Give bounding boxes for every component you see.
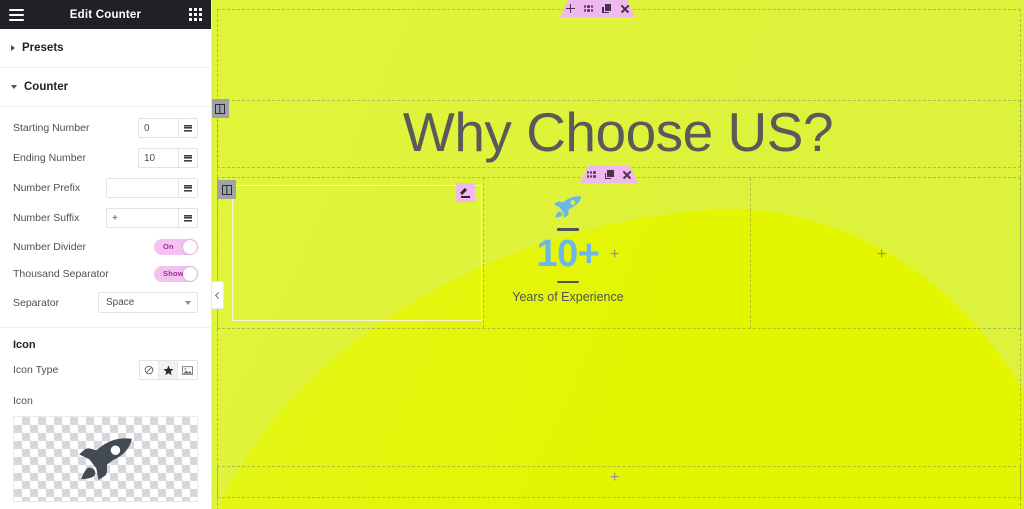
column-handle[interactable]: [217, 180, 236, 199]
number-prefix-input[interactable]: [106, 178, 178, 198]
counter-controls: Starting Number Ending Number Number Pre…: [0, 107, 211, 509]
add-widget-marker-3[interactable]: +: [610, 470, 619, 486]
number-divider-label: Number Divider: [13, 240, 86, 253]
number-suffix-field: [106, 208, 198, 228]
icon-type-star-icon[interactable]: [159, 361, 178, 379]
elementor-editor: Edit Counter Presets Counter Starting Nu…: [0, 0, 1024, 509]
preview-canvas: Why Choose US? 10+ Years of Experience +…: [212, 0, 1024, 509]
separator-select-wrap: Space: [98, 292, 198, 313]
control-ending-number: Ending Number: [0, 143, 211, 173]
duplicate-icon[interactable]: [605, 170, 614, 179]
column-toolbar[interactable]: [580, 166, 638, 183]
number-prefix-field: [106, 178, 198, 198]
icon-type-none-icon[interactable]: [140, 361, 159, 379]
rocket-icon: [78, 438, 132, 480]
toggle-knob: [183, 266, 197, 281]
chevron-down-icon: [11, 85, 17, 89]
panel-collapse-button[interactable]: [212, 281, 224, 309]
close-icon[interactable]: [623, 170, 632, 179]
ending-number-unit-icon[interactable]: [178, 148, 198, 168]
hamburger-menu-icon[interactable]: [9, 8, 24, 21]
number-prefix-label: Number Prefix: [13, 182, 81, 194]
duplicate-icon[interactable]: [602, 4, 611, 13]
separator-select[interactable]: Space: [98, 292, 198, 313]
ending-number-input[interactable]: [138, 148, 178, 168]
column-layout-icon: [221, 184, 232, 195]
panel-body: Presets Counter Starting Number Ending N…: [0, 29, 211, 509]
chevron-right-icon: [11, 45, 15, 51]
control-number-prefix: Number Prefix: [0, 173, 211, 203]
drag-handle-icon[interactable]: [587, 171, 596, 178]
control-number-suffix: Number Suffix: [0, 203, 211, 233]
number-suffix-unit-icon[interactable]: [178, 208, 198, 228]
drag-handle-icon[interactable]: [584, 5, 593, 12]
panel-header: Edit Counter: [0, 0, 211, 29]
add-widget-marker-1[interactable]: +: [610, 247, 619, 263]
section-presets[interactable]: Presets: [0, 29, 211, 68]
icon-preview[interactable]: [13, 416, 198, 502]
icon-type-label: Icon Type: [13, 364, 59, 376]
icon-type-image-icon[interactable]: [178, 361, 197, 379]
edit-widget-button[interactable]: [456, 183, 475, 202]
add-icon[interactable]: [566, 4, 575, 13]
chevron-left-icon: [214, 291, 223, 299]
control-number-divider: Number Divider On: [0, 233, 211, 260]
counter-top-divider: [557, 228, 579, 231]
counter-number: 10+: [536, 233, 600, 275]
panel-title: Edit Counter: [69, 8, 142, 21]
starting-number-field: [138, 118, 198, 138]
control-separator: Separator Space: [0, 287, 211, 318]
page-heading: Why Choose US?: [402, 101, 834, 163]
thousand-separator-label: Thousand Separator: [13, 267, 109, 280]
toggle-knob: [183, 239, 197, 254]
add-widget-marker-2[interactable]: +: [877, 247, 886, 263]
section-column-handle[interactable]: [212, 99, 229, 118]
section-counter[interactable]: Counter: [0, 68, 211, 107]
ending-number-label: Ending Number: [13, 152, 86, 164]
starting-number-unit-icon[interactable]: [178, 118, 198, 138]
control-starting-number: Starting Number: [0, 113, 211, 143]
rocket-icon: [554, 196, 582, 218]
section-counter-label: Counter: [24, 81, 69, 93]
counter-title: Years of Experience: [512, 290, 624, 305]
separator-label: Separator: [13, 296, 60, 309]
thousand-separator-toggle[interactable]: Show: [154, 265, 198, 282]
control-thousand-separator: Thousand Separator Show: [0, 260, 211, 287]
counter-bottom-divider: [557, 281, 579, 284]
grid-apps-icon[interactable]: [189, 8, 202, 21]
number-prefix-unit-icon[interactable]: [178, 178, 198, 198]
thousand-separator-state: Show: [163, 269, 184, 278]
icon-field-label: Icon: [13, 395, 33, 407]
starting-number-input[interactable]: [138, 118, 178, 138]
starting-number-label: Starting Number: [13, 122, 90, 134]
icon-type-buttons: [139, 360, 198, 380]
counter-widget[interactable]: 10+ Years of Experience: [448, 186, 688, 320]
section-presets-label: Presets: [22, 42, 64, 54]
icon-group-title: Icon: [13, 339, 36, 351]
number-divider-state: On: [163, 242, 174, 251]
number-divider-toggle[interactable]: On: [154, 238, 198, 255]
pencil-edit-icon: [459, 187, 471, 198]
section-toolbar[interactable]: [560, 0, 635, 17]
close-icon[interactable]: [620, 4, 629, 13]
control-icon-type: Icon Type: [0, 355, 211, 385]
ending-number-field: [138, 148, 198, 168]
number-suffix-label: Number Suffix: [13, 212, 80, 224]
column-layout-icon: [214, 103, 225, 114]
control-icon-field: Icon: [0, 385, 211, 412]
editor-panel: Edit Counter Presets Counter Starting Nu…: [0, 0, 212, 509]
number-suffix-input[interactable]: [106, 208, 178, 228]
